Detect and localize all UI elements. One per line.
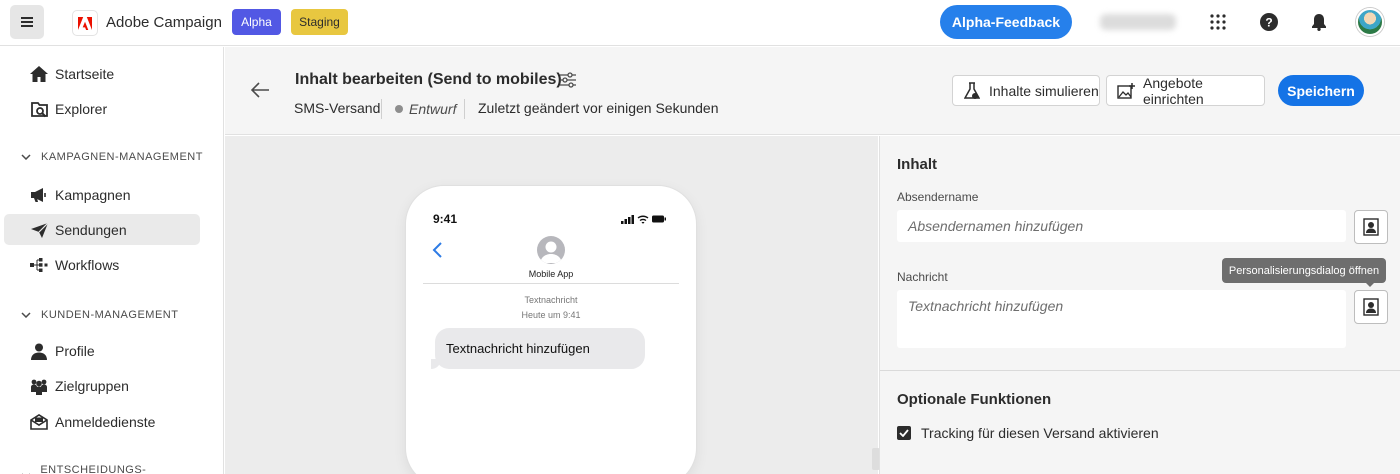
megaphone-icon <box>30 186 48 204</box>
svg-text:?: ? <box>1265 16 1272 30</box>
status-badge: Entwurf <box>409 101 457 117</box>
sidebar-item-label: Profile <box>55 343 95 359</box>
tracking-label[interactable]: Tracking für diesen Versand aktivieren <box>921 425 1159 441</box>
chevron-down-icon <box>20 470 31 474</box>
section-kunden-management[interactable]: KUNDEN-MANAGEMENT <box>20 309 178 321</box>
setup-offers-label: Angebote einrichten <box>1143 74 1204 107</box>
user-icon <box>30 342 48 360</box>
adobe-logo-icon[interactable] <box>72 10 98 36</box>
image-add-icon <box>1117 82 1135 100</box>
sidebar-item-label: Startseite <box>55 66 115 82</box>
tracking-checkbox[interactable] <box>897 426 911 440</box>
content-panel: Inhalt Absendername Absendernamen hinzuf… <box>879 136 1400 474</box>
message-label: Nachricht <box>897 270 948 284</box>
sidebar-item-label: Sendungen <box>55 222 127 238</box>
content-section-title: Inhalt <box>897 156 937 173</box>
phone-screen: 9:41 Mobile App Textnachricht Heute um 9… <box>423 202 679 474</box>
notification-bell-icon[interactable] <box>1308 11 1330 33</box>
section-entscheidungs-management[interactable]: ENTSCHEIDUNGS- MANAGEMENT <box>20 464 223 474</box>
user-name-blurred <box>1100 14 1176 30</box>
chevron-left-icon <box>432 242 442 258</box>
explorer-icon <box>30 100 48 118</box>
divider <box>381 99 382 119</box>
hamburger-icon <box>21 21 33 23</box>
sidebar-item-explorer[interactable]: Explorer <box>4 93 200 124</box>
sidebar-item-label: Explorer <box>55 101 108 117</box>
sender-name-label: Absendername <box>897 190 979 204</box>
section-title: KUNDEN-MANAGEMENT <box>41 309 179 321</box>
save-button[interactable]: Speichern <box>1278 75 1364 106</box>
sidebar-item-label: Workflows <box>55 257 120 273</box>
sidebar: Startseite Explorer KAMPAGNEN-MANAGEMENT… <box>0 47 224 474</box>
last-modified-text: Zuletzt geändert vor einigen Sekunden <box>478 100 719 116</box>
simulate-content-label: Inhalte simulieren <box>989 82 1099 99</box>
sidebar-item-kampagnen[interactable]: Kampagnen <box>4 179 200 210</box>
sidebar-item-anmeldedienste[interactable]: Anmeldedienste <box>4 406 200 437</box>
sidebar-item-sendungen[interactable]: Sendungen <box>4 214 200 245</box>
message-personalization-button[interactable] <box>1354 290 1388 324</box>
home-icon <box>30 65 48 83</box>
page-title-main: Inhalt bearbeiten <box>295 71 424 88</box>
chevron-down-icon <box>20 151 32 163</box>
divider <box>880 370 1400 371</box>
app-title[interactable]: Adobe Campaign <box>106 14 222 31</box>
message-textarea[interactable]: Textnachricht hinzufügen <box>897 290 1346 348</box>
preview-canvas: 9:41 Mobile App Textnachricht Heute um 9… <box>225 136 880 474</box>
workflow-icon <box>30 256 48 274</box>
message-bubble: Textnachricht hinzufügen <box>435 328 645 369</box>
send-icon <box>30 221 48 239</box>
optional-features-title: Optionale Funktionen <box>897 391 1052 408</box>
properties-settings-icon[interactable] <box>559 71 577 89</box>
tooltip-arrow <box>1365 282 1375 287</box>
sidebar-item-label: Zielgruppen <box>55 378 129 394</box>
menu-toggle-button[interactable] <box>10 5 44 39</box>
user-avatar[interactable] <box>1356 8 1384 36</box>
staging-badge: Staging <box>291 9 348 35</box>
sidebar-item-zielgruppen[interactable]: Zielgruppen <box>4 370 200 401</box>
sender-name-input[interactable]: Absendernamen hinzufügen <box>897 210 1346 242</box>
message-time-label: Heute um 9:41 <box>521 310 581 320</box>
section-title: KAMPAGNEN-MANAGEMENT <box>41 151 203 163</box>
message-type-label: Textnachricht <box>524 295 578 305</box>
personalization-icon <box>1363 218 1379 236</box>
subscription-icon <box>30 413 48 431</box>
channel-label: SMS-Versand <box>294 100 381 116</box>
page-title: Inhalt bearbeiten (Send to mobiles) <box>295 71 562 89</box>
page-title-suffix: (Send to mobiles) <box>427 71 562 88</box>
personalization-tooltip: Personalisierungsdialog öffnen <box>1222 258 1386 283</box>
back-arrow-icon[interactable] <box>249 79 271 101</box>
flask-icon <box>963 81 981 100</box>
section-kampagnen-management[interactable]: KAMPAGNEN-MANAGEMENT <box>20 151 203 163</box>
sidebar-item-label: Anmeldedienste <box>55 414 156 430</box>
chevron-down-icon <box>20 309 32 321</box>
contact-name: Mobile App <box>528 269 574 279</box>
sidebar-item-profile[interactable]: Profile <box>4 335 200 366</box>
sidebar-item-workflows[interactable]: Workflows <box>4 249 200 280</box>
personalization-icon <box>1363 298 1379 316</box>
setup-offers-button[interactable]: Angebote einrichten <box>1106 74 1265 107</box>
help-icon[interactable]: ? <box>1258 11 1280 33</box>
checkmark-icon <box>899 429 909 437</box>
sidebar-item-startseite[interactable]: Startseite <box>4 58 200 89</box>
audiences-icon <box>30 377 48 395</box>
status-dot <box>395 105 403 113</box>
phone-mockup: 9:41 Mobile App Textnachricht Heute um 9… <box>406 186 696 474</box>
section-title: ENTSCHEIDUNGS- MANAGEMENT <box>40 464 147 474</box>
sender-personalization-button[interactable] <box>1354 210 1388 244</box>
apps-grid-icon[interactable] <box>1207 11 1229 33</box>
alpha-feedback-button[interactable]: Alpha-Feedback <box>940 5 1072 39</box>
phone-clock: 9:41 <box>433 212 458 226</box>
divider <box>464 99 465 119</box>
page-header: Inhalt bearbeiten (Send to mobiles) SMS-… <box>225 47 1400 135</box>
contact-avatar-icon <box>537 236 565 264</box>
phone-status-icons <box>621 215 666 224</box>
sidebar-item-label: Kampagnen <box>55 187 131 203</box>
alpha-badge: Alpha <box>232 9 281 35</box>
top-bar: Adobe Campaign Alpha Staging Alpha-Feedb… <box>0 0 1400 46</box>
divider <box>423 283 679 284</box>
simulate-content-button[interactable]: Inhalte simulieren <box>952 75 1100 106</box>
